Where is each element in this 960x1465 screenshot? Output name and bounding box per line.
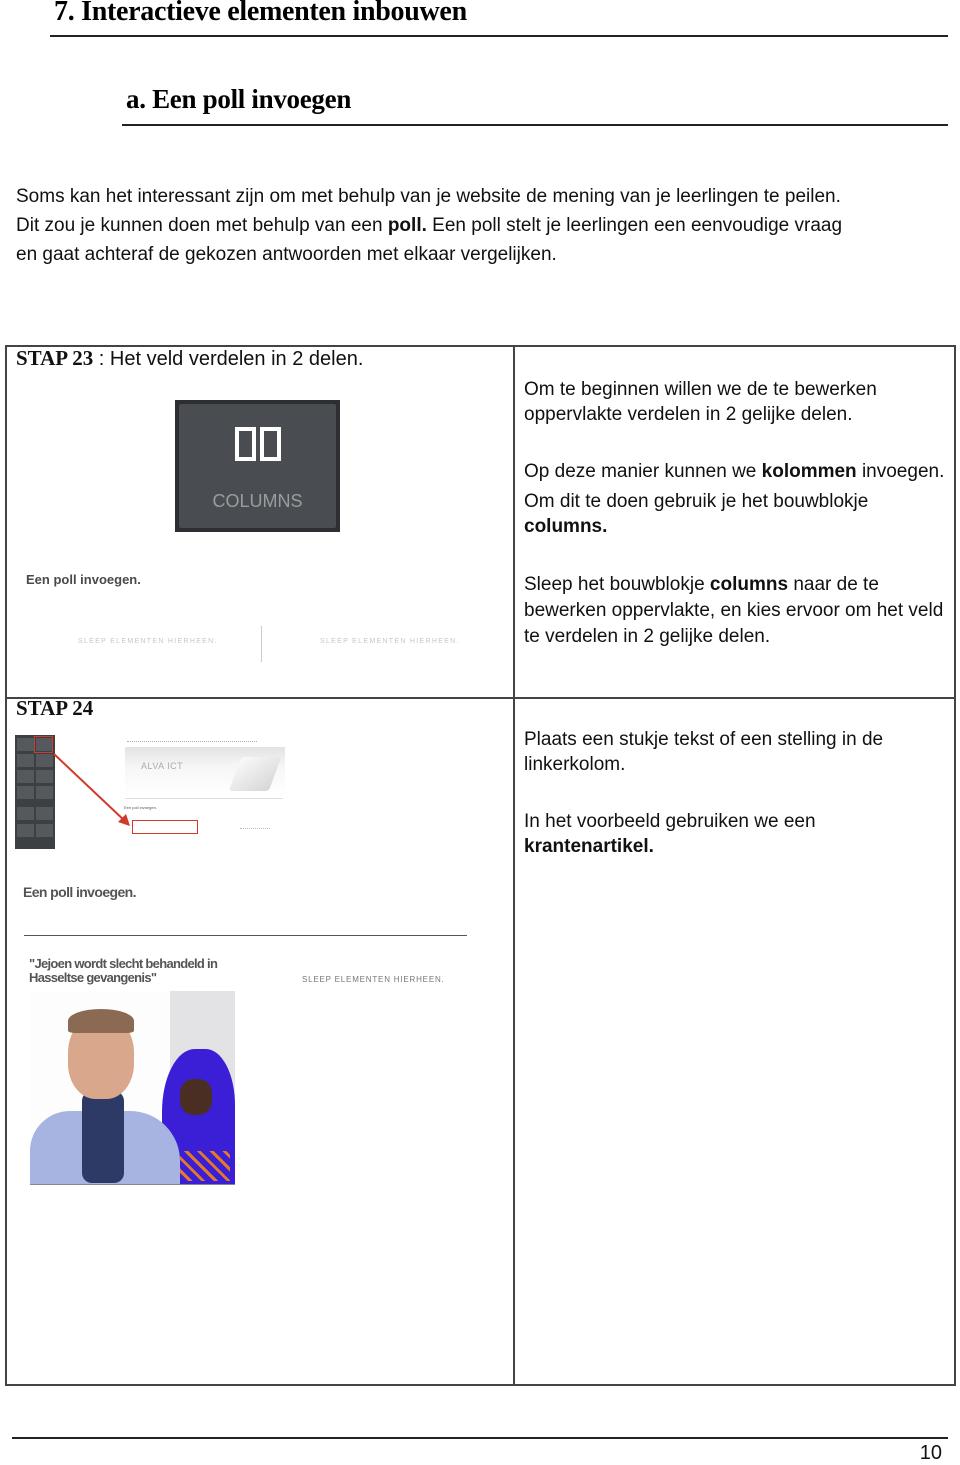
intro-paragraph: Soms kan het interessant zijn om met beh… (16, 182, 946, 269)
intro-line-2: Dit zou je kunnen doen met behulp van ee… (16, 211, 946, 240)
columns-icon (235, 427, 281, 461)
site-rule (125, 798, 283, 799)
step-title-text: : Het veld verdelen in 2 delen. (93, 348, 364, 370)
columns-building-block[interactable]: COLUMNS (175, 400, 340, 532)
instruction-p1: Plaats een stukje tekst of een stelling … (524, 729, 884, 775)
bold-kolommen: kolommen (761, 461, 857, 482)
column-divider (261, 626, 262, 662)
section-heading: a. Een poll invoegen (126, 84, 352, 114)
text: invoegen. (856, 461, 945, 482)
bold-columns: columns. (524, 516, 608, 537)
intro-text: Dit zou je kunnen doen met behulp van ee… (16, 215, 388, 236)
text: Sleep het bouwblokje (524, 574, 710, 595)
columns-label: COLUMNS (212, 491, 303, 511)
text: Op deze manier kunnen we (524, 461, 762, 482)
chapter-heading: 7. Interactieve elementen inbouwen (54, 0, 467, 27)
article-photo (30, 991, 235, 1185)
intro-line-3: en gaat achteraf de gekozen antwoorden m… (16, 244, 557, 265)
instruction-p2: In het voorbeeld gebruiken we een krante… (524, 809, 949, 859)
step-23-title: STAP 23 : Het veld verdelen in 2 delen. (16, 346, 363, 371)
preview-page-title: Een poll invoegen. (23, 884, 136, 900)
intro-bold-poll: poll. (387, 215, 427, 236)
preview-page-title: Een poll invoegen. (26, 572, 141, 587)
text: Om dit te doen gebruik je het bouwblokje (524, 491, 869, 512)
site-drop-zone-right (240, 828, 270, 830)
intro-line-1: Soms kan het interessant zijn om met beh… (16, 186, 841, 207)
intro-text: Een poll stelt je leerlingen een eenvoud… (426, 215, 843, 236)
instruction-p2: Op deze manier kunnen we kolommen invoeg… (524, 459, 949, 484)
site-banner-screenshot: ALVA ICT (125, 747, 285, 795)
site-brand: ALVA ICT (141, 761, 184, 771)
site-page-title: Een poll invoegen. (124, 805, 157, 810)
page-number: 10 (919, 1442, 942, 1464)
article-headline: "Jejoen wordt slecht behandeld in Hassel… (29, 956, 218, 985)
step-23-instructions: Om te beginnen willen we de te bewerken … (524, 377, 949, 650)
drop-zone-right[interactable]: SLEEP ELEMENTEN HIERHEEN. (320, 638, 460, 645)
table-column-divider (513, 347, 515, 1384)
text: In het voorbeeld gebruiken we een (524, 811, 816, 832)
drop-zone-left[interactable]: SLEEP ELEMENTEN HIERHEEN. (78, 638, 218, 645)
chapter-heading-rule (50, 35, 948, 37)
target-drop-zone-highlight (132, 820, 198, 834)
bold-columns: columns (709, 574, 789, 595)
step-number: STAP 23 (16, 346, 94, 370)
step-24-instructions: Plaats een stukje tekst of een stelling … (524, 727, 949, 859)
section-heading-rule (122, 124, 948, 126)
instruction-p1: Om te beginnen willen we de te bewerken … (524, 379, 877, 425)
preview-title-rule (24, 935, 467, 936)
step-number: STAP 24 (16, 696, 94, 720)
step-24-title: STAP 24 (16, 696, 93, 721)
site-nav-screenshot (127, 741, 257, 744)
bold-krantenartikel: krantenartikel. (524, 836, 654, 857)
instruction-p3: Om dit te doen gebruik je het bouwblokje… (524, 489, 949, 539)
instruction-p4: Sleep het bouwblokje columns naar de te … (524, 572, 949, 650)
drop-zone-right[interactable]: SLEEP ELEMENTEN HIERHEEN. (302, 975, 445, 984)
table-row-divider (7, 697, 954, 699)
footer-rule (12, 1437, 948, 1439)
